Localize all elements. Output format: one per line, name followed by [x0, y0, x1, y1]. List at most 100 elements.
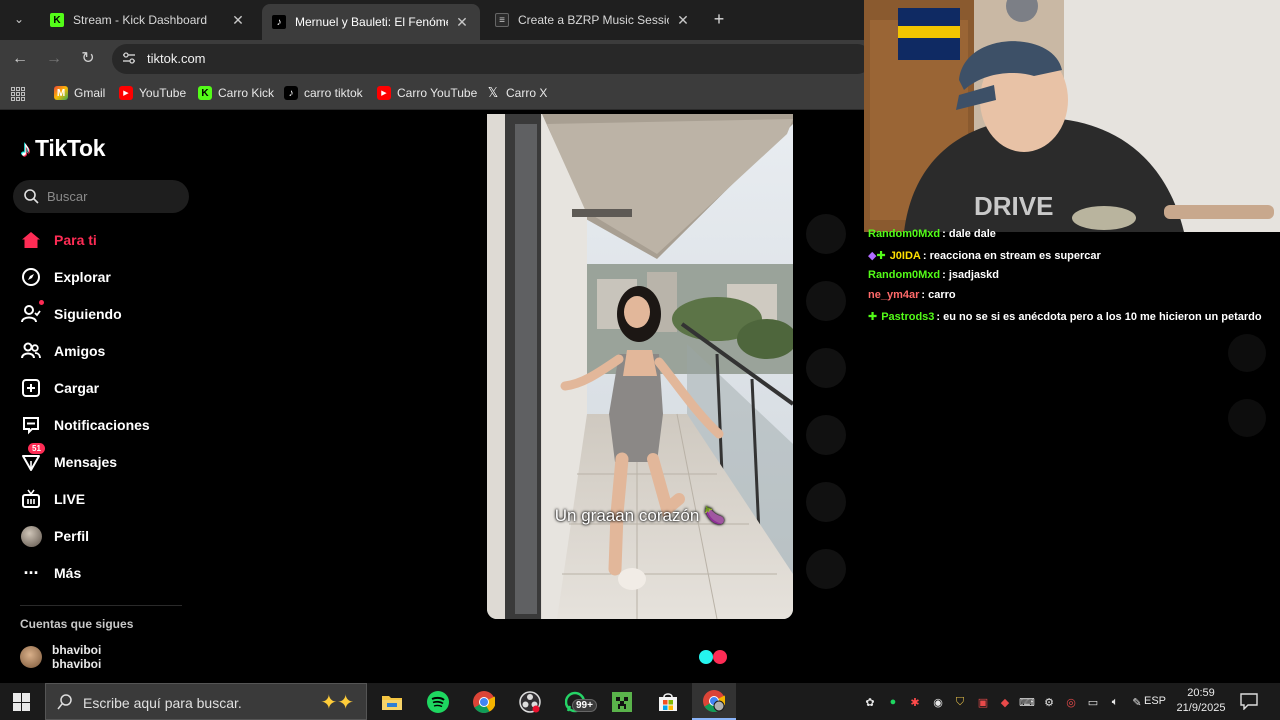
x-icon: 𝕏 — [487, 85, 499, 100]
spotify-tray-icon[interactable]: ● — [885, 694, 901, 710]
action-button[interactable] — [806, 482, 846, 522]
nav-live[interactable]: LIVE — [20, 486, 85, 512]
action-button[interactable] — [806, 549, 846, 589]
keyboard-tray-icon[interactable]: ⌨ — [1019, 694, 1035, 710]
app-tray-icon[interactable]: ✱ — [907, 694, 923, 710]
browser-tab-strip: ⌄ K Stream - Kick Dashboard ✕ ♪ Mernuel … — [0, 0, 864, 40]
taskbar-spotify[interactable] — [416, 683, 460, 720]
browser-toolbar: ← → ↻ tiktok.com — [0, 40, 872, 78]
tiktok-search-input[interactable]: Buscar — [13, 180, 189, 213]
profile-avatar — [20, 525, 42, 547]
spotify-icon — [427, 690, 449, 713]
reload-icon[interactable]: ↻ — [78, 49, 98, 69]
new-dot-indicator — [39, 300, 44, 305]
settings-tray-icon[interactable]: ⚙ — [1041, 694, 1057, 710]
taskbar-obs[interactable] — [508, 683, 552, 720]
shield-tray-icon[interactable]: ⛉ — [952, 694, 968, 710]
nav-siguiendo[interactable]: Siguiendo — [20, 300, 122, 327]
close-tab-icon[interactable]: ✕ — [675, 12, 691, 29]
search-icon — [24, 189, 39, 204]
capture-tray-icon[interactable]: ▣ — [975, 694, 991, 710]
svg-text:DRIVE: DRIVE — [974, 191, 1053, 221]
bookmark-carro-tiktok[interactable]: ♪ carro tiktok — [284, 86, 363, 100]
compass-icon — [20, 266, 42, 288]
action-button[interactable] — [806, 415, 846, 455]
openai-tray-icon[interactable]: ✿ — [862, 694, 878, 710]
nav-mensajes[interactable]: 51 Mensajes — [20, 443, 117, 475]
chat-overlay-button[interactable] — [1228, 399, 1266, 437]
tab-search-chevron-icon[interactable]: ⌄ — [8, 8, 30, 30]
nav-cargar[interactable]: Cargar — [20, 375, 99, 401]
taskbar-whatsapp[interactable]: 99+ — [554, 683, 598, 720]
chat-message: Random0Mxd: dale dale — [868, 228, 996, 240]
volume-icon[interactable]: 🔈︎ — [1107, 694, 1123, 710]
youtube-icon: ▶ — [377, 86, 391, 100]
loading-dot-icon — [713, 650, 727, 664]
bookmark-gmail[interactable]: M Gmail — [54, 86, 105, 100]
tab-tiktok-active[interactable]: ♪ Mernuel y Bauleti: El Fenómeno ✕ — [262, 4, 480, 40]
following-account-item[interactable]: bhaviboi bhaviboi — [20, 643, 101, 671]
forward-arrow-icon[interactable]: → — [44, 49, 64, 69]
site-settings-icon[interactable] — [122, 51, 136, 67]
action-button[interactable] — [806, 348, 846, 388]
action-button[interactable] — [806, 214, 846, 254]
chat-overlay-button[interactable] — [1228, 334, 1266, 372]
messages-badge: 51 — [28, 443, 45, 454]
input-language[interactable]: ESP — [1144, 695, 1166, 707]
sidebar-divider — [20, 605, 182, 606]
kick-icon: K — [50, 13, 64, 27]
nav-mas[interactable]: ··· Más — [20, 560, 82, 586]
action-button[interactable] — [806, 281, 846, 321]
tab-kick-dashboard[interactable]: K Stream - Kick Dashboard ✕ — [40, 6, 256, 34]
nav-amigos[interactable]: Amigos — [20, 338, 105, 364]
webcam-image: DRIVE — [864, 0, 1280, 232]
taskbar-chrome[interactable] — [462, 683, 506, 720]
windows-start-icon[interactable] — [13, 693, 31, 711]
bookmark-carro-kick[interactable]: K Carro Kick — [198, 86, 274, 100]
app-tray-icon[interactable]: ◆ — [997, 694, 1013, 710]
notifications-center-icon[interactable] — [1240, 693, 1258, 710]
document-icon: ≡ — [495, 13, 509, 27]
nav-perfil[interactable]: Perfil — [20, 523, 89, 549]
chat-message: ne_ym4ar: carro — [868, 289, 956, 301]
obs-tray-icon[interactable]: ◉ — [930, 694, 946, 710]
taskbar-store[interactable] — [646, 683, 690, 720]
following-icon — [20, 300, 44, 325]
taskbar-minecraft[interactable] — [600, 683, 644, 720]
taskbar-search-box[interactable]: Escribe aquí para buscar. ✦✦ — [45, 683, 367, 720]
windows-taskbar: Escribe aquí para buscar. ✦✦ 99+ ✿ ● ✱ ◉… — [0, 683, 1280, 720]
home-icon — [20, 229, 42, 251]
upload-icon — [20, 377, 42, 399]
back-arrow-icon[interactable]: ← — [10, 49, 30, 69]
nav-para-ti[interactable]: Para ti — [20, 227, 97, 253]
network-icon[interactable]: ▭ — [1085, 694, 1101, 710]
tab-bzrp[interactable]: ≡ Create a BZRP Music Sessions T ✕ — [485, 6, 701, 34]
bookmark-carro-x[interactable]: 𝕏 Carro X — [486, 85, 548, 100]
tiktok-logo[interactable]: ♪ TikTok — [20, 135, 106, 162]
messages-icon: 51 — [20, 443, 45, 473]
taskbar-file-explorer[interactable] — [370, 683, 414, 720]
microsoft-store-icon — [659, 692, 677, 711]
new-tab-plus-icon[interactable]: + — [709, 9, 729, 29]
nav-explorar[interactable]: Explorar — [20, 264, 111, 290]
minecraft-creeper-icon — [612, 691, 632, 712]
tiktok-logo-icon: ♪ — [20, 135, 31, 161]
video-player[interactable]: Un graaan corazón 🍆 — [487, 114, 793, 619]
close-tab-icon[interactable]: ✕ — [454, 14, 470, 31]
webcam-overlay: DRIVE — [864, 0, 1280, 232]
bookmark-youtube[interactable]: ▶ YouTube — [119, 86, 186, 100]
bookmark-carro-youtube[interactable]: ▶ Carro YouTube — [377, 86, 477, 100]
search-icon — [57, 694, 72, 710]
url-text: tiktok.com — [147, 51, 206, 66]
close-tab-icon[interactable]: ✕ — [230, 12, 246, 29]
antivirus-tray-icon[interactable]: ◎ — [1063, 694, 1079, 710]
chat-badge-icon: ✚ — [876, 250, 886, 262]
address-bar[interactable]: tiktok.com — [112, 44, 872, 74]
nav-notificaciones[interactable]: Notificaciones — [20, 412, 150, 438]
taskbar-chrome-profile-active[interactable] — [692, 683, 736, 720]
apps-grid-icon[interactable] — [11, 87, 25, 101]
live-icon — [20, 488, 42, 510]
video-caption: Un graaan corazón 🍆 — [554, 506, 726, 525]
pen-icon[interactable]: ✎ — [1129, 694, 1145, 710]
taskbar-clock[interactable]: 20:59 21/9/2025 — [1170, 686, 1232, 716]
